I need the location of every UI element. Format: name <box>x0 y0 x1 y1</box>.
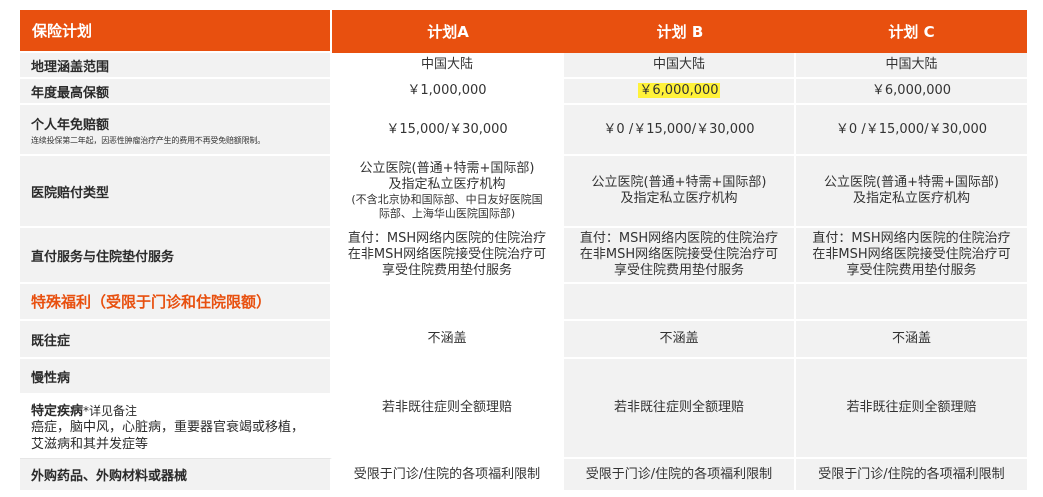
row-deductible: 个人年免赔额 连续投保第二年起，因恶性肿瘤治疗产生的费用不再受免赔额限制。 ￥1… <box>20 105 1027 156</box>
hospital-c-line2: 及指定私立医疗机构 <box>852 191 970 206</box>
external-purchase-plan-a: 受限于门诊/住院的各项福利限制 <box>332 459 564 492</box>
coverage-label: 地理涵盖范围 <box>20 53 332 79</box>
annual-max-plan-b-cell: ￥6,000,000 <box>564 79 796 105</box>
external-purchase-plan-c: 受限于门诊/住院的各项福利限制 <box>796 459 1027 492</box>
hospital-type-plan-c: 公立医院(普通+特需+国际部) 及指定私立医疗机构 <box>796 156 1027 228</box>
direct-pay-c-line1: 直付：MSH网络内医院的住院治疗 <box>812 231 1011 246</box>
annual-max-label: 年度最高保额 <box>20 79 332 105</box>
row-direct-pay: 直付服务与住院垫付服务 直付：MSH网络内医院的住院治疗 在非MSH网络医院接受… <box>20 228 1027 284</box>
hospital-a-line2: 及指定私立医疗机构 <box>388 177 506 192</box>
row-external-purchase: 外购药品、外购材料或器械 受限于门诊/住院的各项福利限制 受限于门诊/住院的各项… <box>20 459 1027 492</box>
row-annual-max: 年度最高保额 ￥1,000,000 ￥6,000,000 ￥6,000,000 <box>20 79 1027 105</box>
special-benefits-suffix: （受限于门诊和住院限额） <box>91 293 272 311</box>
direct-pay-plan-c: 直付：MSH网络内医院的住院治疗 在非MSH网络医院接受住院治疗可 享受住院费用… <box>796 228 1027 284</box>
row-chronic: 慢性病 若非既往症则全额理赔 若非既往症则全额理赔 若非既往症则全额理赔 <box>20 359 1027 459</box>
hospital-b-line2: 及指定私立医疗机构 <box>620 191 738 206</box>
deductible-plan-b: ￥0 /￥15,000/￥30,000 <box>564 105 796 156</box>
table-header-row: 保险计划 计划A 计划 B 计划 C <box>20 10 1027 53</box>
special-benefits-cell: 特殊福利（受限于门诊和住院限额） <box>20 284 332 321</box>
direct-pay-b-line1: 直付：MSH网络内医院的住院治疗 <box>579 231 779 246</box>
direct-pay-c-line3: 享受住院费用垫付服务 <box>846 263 977 278</box>
chronic-specified-plan-a: 若非既往症则全额理赔 <box>332 359 564 459</box>
header-plan-c: 计划 C <box>796 10 1027 53</box>
header-plan-a: 计划A <box>332 10 564 53</box>
direct-pay-plan-a: 直付：MSH网络内医院的住院治疗 在非MSH网络医院接受住院治疗可 享受住院费用… <box>332 228 564 284</box>
direct-pay-a-line1: 直付：MSH网络内医院的住院治疗 <box>347 231 547 246</box>
external-purchase-plan-b: 受限于门诊/住院的各项福利限制 <box>564 459 796 492</box>
annual-max-plan-c: ￥6,000,000 <box>796 79 1027 105</box>
specified-illness-note: *详见备注 <box>83 404 138 418</box>
direct-pay-b-line3: 享受住院费用垫付服务 <box>613 263 744 278</box>
coverage-plan-c: 中国大陆 <box>796 53 1027 79</box>
hospital-type-plan-a: 公立医院(普通+特需+国际部) 及指定私立医疗机构 (不含北京协和国际部、中日友… <box>332 156 564 228</box>
header-insurance-plan: 保险计划 <box>20 10 332 53</box>
deductible-label: 个人年免赔额 <box>31 117 110 133</box>
preexisting-plan-b: 不涵盖 <box>564 321 796 359</box>
specified-illness-title: 特定疾病 <box>31 404 84 419</box>
annual-max-plan-b-highlight: ￥6,000,000 <box>638 83 720 98</box>
chronic-label: 慢性病 <box>20 359 332 395</box>
hospital-b-line1: 公立医院(普通+特需+国际部) <box>591 175 767 190</box>
direct-pay-a-line2: 在非MSH网络医院接受住院治疗可 <box>347 247 547 262</box>
direct-pay-label: 直付服务与住院垫付服务 <box>20 228 332 284</box>
external-purchase-label: 外购药品、外购材料或器械 <box>20 459 332 492</box>
specified-illness-desc2: 艾滋病和其并发症等 <box>31 437 149 452</box>
deductible-label-cell: 个人年免赔额 连续投保第二年起，因恶性肿瘤治疗产生的费用不再受免赔额限制。 <box>20 105 332 156</box>
direct-pay-b-line2: 在非MSH网络医院接受住院治疗可 <box>579 247 779 262</box>
row-special-benefits: 特殊福利（受限于门诊和住院限额） <box>20 284 1027 321</box>
direct-pay-a-line3: 享受住院费用垫付服务 <box>381 263 512 278</box>
header-plan-b: 计划 B <box>564 10 796 53</box>
chronic-specified-plan-c: 若非既往症则全额理赔 <box>796 359 1027 459</box>
preexisting-label: 既往症 <box>20 321 332 359</box>
special-benefits-plan-b <box>564 284 796 321</box>
hospital-type-plan-b: 公立医院(普通+特需+国际部) 及指定私立医疗机构 <box>564 156 796 228</box>
row-preexisting: 既往症 不涵盖 不涵盖 不涵盖 <box>20 321 1027 359</box>
coverage-plan-a: 中国大陆 <box>332 53 564 79</box>
special-benefits-plan-a <box>332 284 564 321</box>
deductible-plan-c: ￥0 /￥15,000/￥30,000 <box>796 105 1027 156</box>
preexisting-plan-c: 不涵盖 <box>796 321 1027 359</box>
coverage-plan-b: 中国大陆 <box>564 53 796 79</box>
hospital-c-line1: 公立医院(普通+特需+国际部) <box>824 175 999 190</box>
annual-max-plan-a: ￥1,000,000 <box>332 79 564 105</box>
insurance-plan-comparison-table: 保险计划 计划A 计划 B 计划 C 地理涵盖范围 中国大陆 中国大陆 中国大陆… <box>20 10 1027 492</box>
hospital-a-note1: (不含北京协和国际部、中日友好医院国 <box>351 193 543 206</box>
specified-illness-cell: 特定疾病*详见备注 癌症，脑中风，心脏病，重要器官衰竭或移植， 艾滋病和其并发症… <box>20 395 332 459</box>
chronic-specified-plan-b: 若非既往症则全额理赔 <box>564 359 796 459</box>
hospital-a-line1: 公立医院(普通+特需+国际部) <box>359 161 535 176</box>
specified-illness-desc1: 癌症，脑中风，心脏病，重要器官衰竭或移植， <box>31 420 305 435</box>
deductible-plan-a: ￥15,000/￥30,000 <box>332 105 564 156</box>
hospital-a-note2: 际部、上海华山医院国际部) <box>378 207 516 220</box>
deductible-note: 连续投保第二年起，因恶性肿瘤治疗产生的费用不再受免赔额限制。 <box>31 135 265 145</box>
row-coverage: 地理涵盖范围 中国大陆 中国大陆 中国大陆 <box>20 53 1027 79</box>
special-benefits-plan-c <box>796 284 1027 321</box>
preexisting-plan-a: 不涵盖 <box>332 321 564 359</box>
hospital-type-label: 医院赔付类型 <box>20 156 332 228</box>
direct-pay-plan-b: 直付：MSH网络内医院的住院治疗 在非MSH网络医院接受住院治疗可 享受住院费用… <box>564 228 796 284</box>
row-hospital-type: 医院赔付类型 公立医院(普通+特需+国际部) 及指定私立医疗机构 (不含北京协和… <box>20 156 1027 228</box>
special-benefits-title: 特殊福利 <box>31 293 92 311</box>
direct-pay-c-line2: 在非MSH网络医院接受住院治疗可 <box>812 247 1011 262</box>
